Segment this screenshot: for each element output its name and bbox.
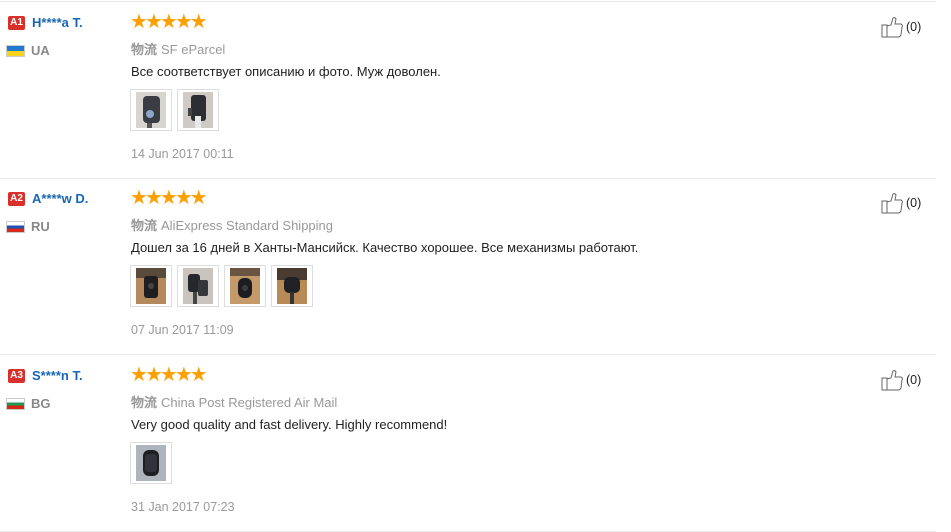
logistics-label: 物流: [131, 218, 158, 233]
review-photo-thumbnail[interactable]: [130, 89, 172, 131]
star-icon: ★: [130, 187, 148, 209]
phone-holder-photo-icon: [136, 445, 166, 481]
star-icon: ★: [144, 364, 163, 386]
logistics-label: 物流: [131, 42, 158, 57]
review-comment: Дошел за 16 дней в Ханты-Мансийск. Качес…: [131, 240, 639, 255]
buyer-country: RU: [31, 219, 50, 234]
phone-holder-photo-icon: [183, 92, 213, 128]
star-icon: ★: [189, 364, 208, 386]
phone-holder-photo-icon: [136, 268, 166, 304]
review-item: A2 A****w D. RU ★★★★★ 物流 AliExpress Stand…: [0, 178, 936, 355]
review-photo-thumbnail[interactable]: [177, 89, 219, 131]
review-photos: [130, 442, 172, 484]
helpful-button[interactable]: (0): [881, 192, 921, 214]
star-icon: ★: [159, 364, 178, 386]
logistics-method: SF eParcel: [161, 42, 226, 57]
review-photos: [130, 89, 219, 131]
logistics-method: AliExpress Standard Shipping: [161, 218, 334, 233]
review-comment: Все соответствует описанию и фото. Муж д…: [131, 64, 441, 79]
star-icon: ★: [159, 11, 178, 33]
star-icon: ★: [174, 187, 193, 209]
rating-stars: ★★★★★: [130, 364, 208, 386]
buyer-country: BG: [31, 396, 51, 411]
review-photo-thumbnail[interactable]: [130, 442, 172, 484]
star-icon: ★: [144, 187, 163, 209]
helpful-button[interactable]: (0): [881, 16, 921, 38]
star-icon: ★: [189, 187, 208, 209]
logistics-info: 物流 AliExpress Standard Shipping: [131, 215, 333, 234]
review-item: A3 S****n T. BG ★★★★★ 物流 China Post Regis…: [0, 355, 936, 532]
flag-ua-icon: [6, 45, 25, 57]
phone-holder-photo-icon: [183, 268, 213, 304]
logistics-info: 物流 China Post Registered Air Mail: [131, 392, 337, 411]
thumbs-up-icon: [881, 17, 903, 38]
buyer-level-badge: A1: [8, 16, 25, 30]
review-date: 14 Jun 2017 00:11: [131, 147, 234, 161]
thumbs-up-icon: [881, 193, 903, 214]
star-icon: ★: [174, 364, 193, 386]
buyer-level-badge: A2: [8, 192, 25, 206]
flag-ru-icon: [6, 221, 25, 233]
review-photo-thumbnail[interactable]: [130, 265, 172, 307]
review-date: 07 Jun 2017 11:09: [131, 323, 234, 337]
flag-bg-icon: [6, 398, 25, 410]
review-photos: [130, 265, 313, 307]
phone-holder-photo-icon: [277, 268, 307, 304]
review-comment: Very good quality and fast delivery. Hig…: [131, 417, 448, 432]
logistics-method: China Post Registered Air Mail: [161, 395, 338, 410]
star-icon: ★: [189, 11, 208, 33]
phone-holder-photo-icon: [136, 92, 166, 128]
buyer-name[interactable]: A****w D.: [32, 191, 88, 206]
logistics-info: 物流 SF eParcel: [131, 39, 225, 58]
buyer-name[interactable]: S****n T.: [32, 368, 83, 383]
phone-holder-photo-icon: [230, 268, 260, 304]
helpful-count: (0): [906, 20, 922, 34]
review-photo-thumbnail[interactable]: [271, 265, 313, 307]
helpful-button[interactable]: (0): [881, 369, 921, 391]
logistics-label: 物流: [131, 395, 158, 410]
buyer-name[interactable]: H****a T.: [32, 15, 83, 30]
review-photo-thumbnail[interactable]: [177, 265, 219, 307]
star-icon: ★: [174, 11, 193, 33]
star-icon: ★: [159, 187, 178, 209]
helpful-count: (0): [906, 196, 922, 210]
buyer-level-badge: A3: [8, 369, 25, 383]
buyer-country: UA: [31, 43, 50, 58]
star-icon: ★: [144, 11, 163, 33]
star-icon: ★: [130, 364, 148, 386]
rating-stars: ★★★★★: [130, 11, 208, 33]
helpful-count: (0): [906, 373, 922, 387]
review-item: A1 H****a T. UA ★★★★★ 物流 SF eParcel Все с…: [0, 1, 936, 179]
rating-stars: ★★★★★: [130, 187, 208, 209]
star-icon: ★: [130, 11, 148, 33]
review-photo-thumbnail[interactable]: [224, 265, 266, 307]
review-date: 31 Jan 2017 07:23: [131, 500, 235, 514]
thumbs-up-icon: [881, 370, 903, 391]
